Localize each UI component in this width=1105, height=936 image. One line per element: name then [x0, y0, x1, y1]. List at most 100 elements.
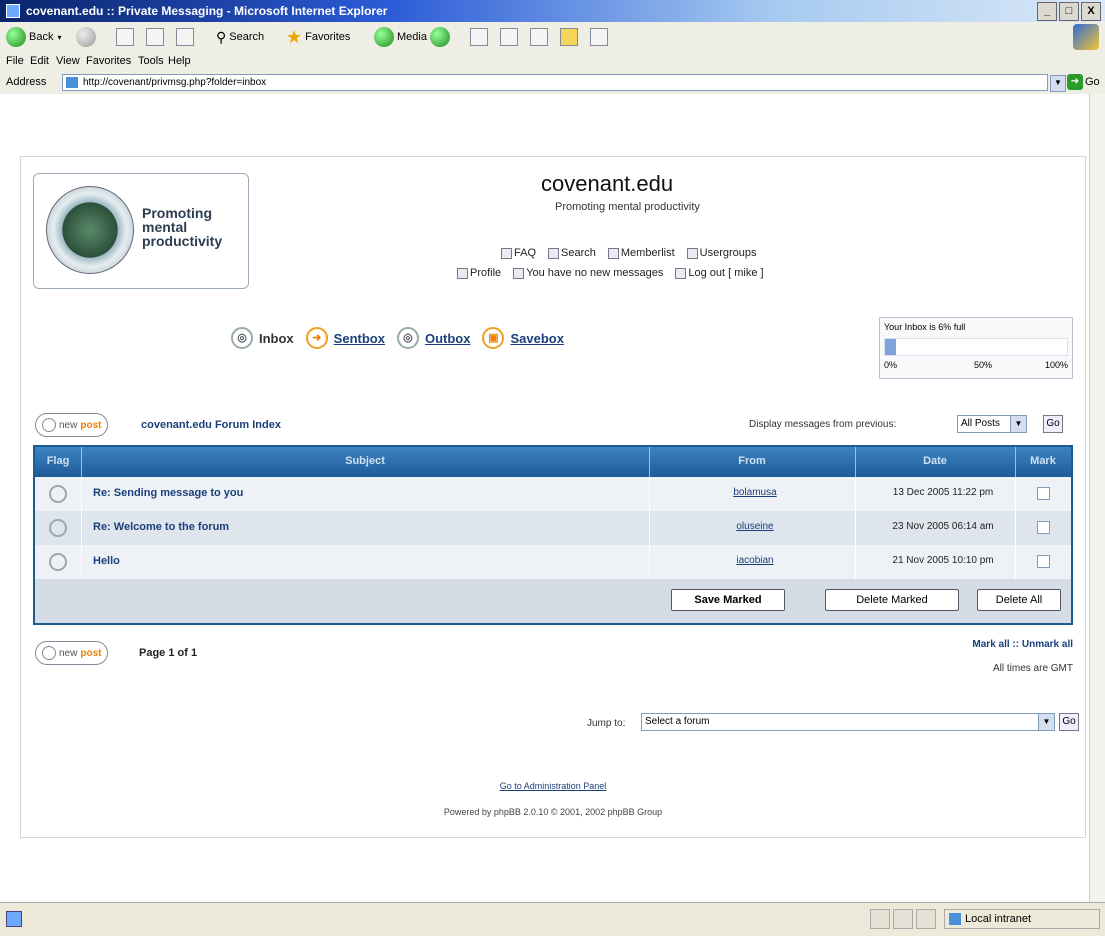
- jump-select[interactable]: Select a forum ▼: [641, 713, 1055, 731]
- new-post-button-bottom[interactable]: new post: [35, 641, 109, 665]
- mark-checkbox[interactable]: [1037, 487, 1050, 500]
- table-header: Flag Subject From Date Mark: [35, 447, 1071, 477]
- print-icon: [500, 28, 518, 46]
- quota-label-50: 50%: [974, 360, 993, 370]
- back-button[interactable]: Back ▾: [6, 27, 61, 47]
- message-sender-link[interactable]: iacobian: [655, 555, 855, 566]
- message-subject-link[interactable]: Re: Sending message to you: [93, 487, 243, 499]
- media-icon: [374, 27, 394, 47]
- address-input[interactable]: http://covenant/privmsg.php?folder=inbox: [62, 74, 1048, 91]
- window-controls: _ □ X: [1037, 2, 1101, 21]
- maximize-button[interactable]: □: [1059, 2, 1079, 21]
- address-dropdown[interactable]: ▼: [1050, 75, 1066, 92]
- menu-edit[interactable]: Edit: [30, 55, 49, 67]
- new-post-icon: [42, 646, 56, 660]
- message-sender-link[interactable]: oluseine: [655, 521, 855, 532]
- mark-checkbox[interactable]: [1037, 555, 1050, 568]
- status-pane: [916, 909, 936, 929]
- jump-go-button[interactable]: Go: [1059, 713, 1079, 731]
- edit-button[interactable]: [530, 27, 548, 47]
- menu-file[interactable]: File: [6, 55, 24, 67]
- messenger-button[interactable]: [590, 27, 608, 47]
- status-pane: [870, 909, 890, 929]
- nav-search[interactable]: Search: [548, 247, 596, 259]
- admin-panel-link[interactable]: Go to Administration Panel: [21, 781, 1085, 791]
- mail-button[interactable]: [470, 27, 488, 47]
- mark-all-link[interactable]: Mark all :: Unmark all: [972, 639, 1073, 650]
- timezone-note: All times are GMT: [992, 663, 1073, 674]
- forum-index-link[interactable]: covenant.edu Forum Index: [141, 419, 281, 431]
- site-logo[interactable]: Promoting mental productivity: [33, 173, 249, 289]
- message-sender-link[interactable]: bolamusa: [655, 487, 855, 498]
- stop-button[interactable]: [116, 27, 134, 47]
- folder-outbox[interactable]: ◎ Outbox: [396, 327, 470, 349]
- vertical-scrollbar[interactable]: [1089, 94, 1105, 902]
- close-button[interactable]: X: [1081, 2, 1101, 21]
- forward-button[interactable]: [76, 27, 96, 47]
- header-flag: Flag: [46, 455, 70, 467]
- forum-page: Promoting mental productivity covenant.e…: [20, 156, 1086, 838]
- search-button[interactable]: ⚲ Search: [216, 27, 264, 47]
- window-title: covenant.edu :: Private Messaging - Micr…: [26, 4, 388, 18]
- refresh-button[interactable]: [146, 27, 164, 47]
- search-icon: [548, 247, 560, 259]
- windows-logo-icon: [1073, 24, 1099, 50]
- messages-table: Flag Subject From Date Mark Re: Sending …: [33, 445, 1073, 625]
- go-button[interactable]: ➔ Go: [1067, 74, 1100, 90]
- nav-profile[interactable]: Profile: [457, 267, 501, 279]
- folder-savebox[interactable]: ▣ Savebox: [482, 327, 564, 349]
- menu-help[interactable]: Help: [168, 55, 191, 67]
- table-row: Hello iacobian 21 Nov 2005 10:10 pm: [35, 545, 1071, 579]
- menu-view[interactable]: View: [56, 55, 80, 67]
- mark-checkbox[interactable]: [1037, 521, 1050, 534]
- status-panes: [870, 909, 936, 929]
- address-bar: Address http://covenant/privmsg.php?fold…: [0, 72, 1105, 95]
- folder-icon: [560, 28, 578, 46]
- display-select[interactable]: All Posts ▼: [957, 415, 1027, 433]
- jump-label: Jump to:: [587, 718, 626, 729]
- nav-faq[interactable]: FAQ: [501, 247, 536, 259]
- message-subject-link[interactable]: Hello: [93, 555, 120, 567]
- folder-inbox[interactable]: ◎ Inbox: [231, 327, 294, 349]
- nav-logout[interactable]: Log out [ mike ]: [675, 267, 764, 279]
- favorites-button[interactable]: ★ Favorites: [286, 27, 350, 47]
- messages-icon: [513, 267, 525, 279]
- new-post-button-top[interactable]: new post: [35, 413, 109, 437]
- table-row: Re: Welcome to the forum oluseine 23 Nov…: [35, 511, 1071, 545]
- security-zone: Local intranet: [944, 909, 1100, 929]
- menu-tools[interactable]: Tools: [138, 55, 164, 67]
- home-button[interactable]: [176, 27, 194, 47]
- column-divider: [649, 477, 650, 579]
- save-marked-button[interactable]: Save Marked: [671, 589, 785, 611]
- university-seal-icon: [46, 186, 134, 274]
- stop-icon: [116, 28, 134, 46]
- message-subject-link[interactable]: Re: Welcome to the forum: [93, 521, 229, 533]
- pagination: Page 1 of 1: [139, 647, 198, 659]
- mail-icon: [470, 28, 488, 46]
- nav-memberlist[interactable]: Memberlist: [607, 247, 675, 259]
- faq-icon: [501, 247, 512, 259]
- browser-toolbar: Back ▾ ⚲ Search ★ Favorites Media: [0, 22, 1105, 53]
- message-read-icon: [49, 485, 67, 503]
- print-button[interactable]: [500, 27, 518, 47]
- history-button[interactable]: [430, 27, 450, 47]
- folder-sentbox[interactable]: ➜ Sentbox: [305, 327, 385, 349]
- delete-marked-button[interactable]: Delete Marked: [825, 589, 959, 611]
- chevron-down-icon: ▼: [1038, 714, 1054, 730]
- menu-favorites[interactable]: Favorites: [86, 55, 131, 67]
- nav-usergroups[interactable]: Usergroups: [686, 247, 757, 259]
- message-date: 13 Dec 2005 11:22 pm: [892, 487, 994, 498]
- message-read-icon: [49, 519, 67, 537]
- refresh-icon: [146, 28, 164, 46]
- media-button[interactable]: Media: [374, 27, 427, 47]
- status-bar: Local intranet: [0, 902, 1105, 936]
- minimize-button[interactable]: _: [1037, 2, 1057, 21]
- dropdown-arrow-icon: ▾: [57, 32, 62, 42]
- display-go-button[interactable]: Go: [1043, 415, 1063, 433]
- nav-messages[interactable]: You have no new messages: [513, 267, 663, 279]
- chevron-down-icon: ▼: [1010, 416, 1026, 432]
- sentbox-icon: ➜: [305, 327, 328, 349]
- folder-button[interactable]: [560, 27, 578, 47]
- header-subject: Subject: [345, 455, 385, 467]
- delete-all-button[interactable]: Delete All: [977, 589, 1061, 611]
